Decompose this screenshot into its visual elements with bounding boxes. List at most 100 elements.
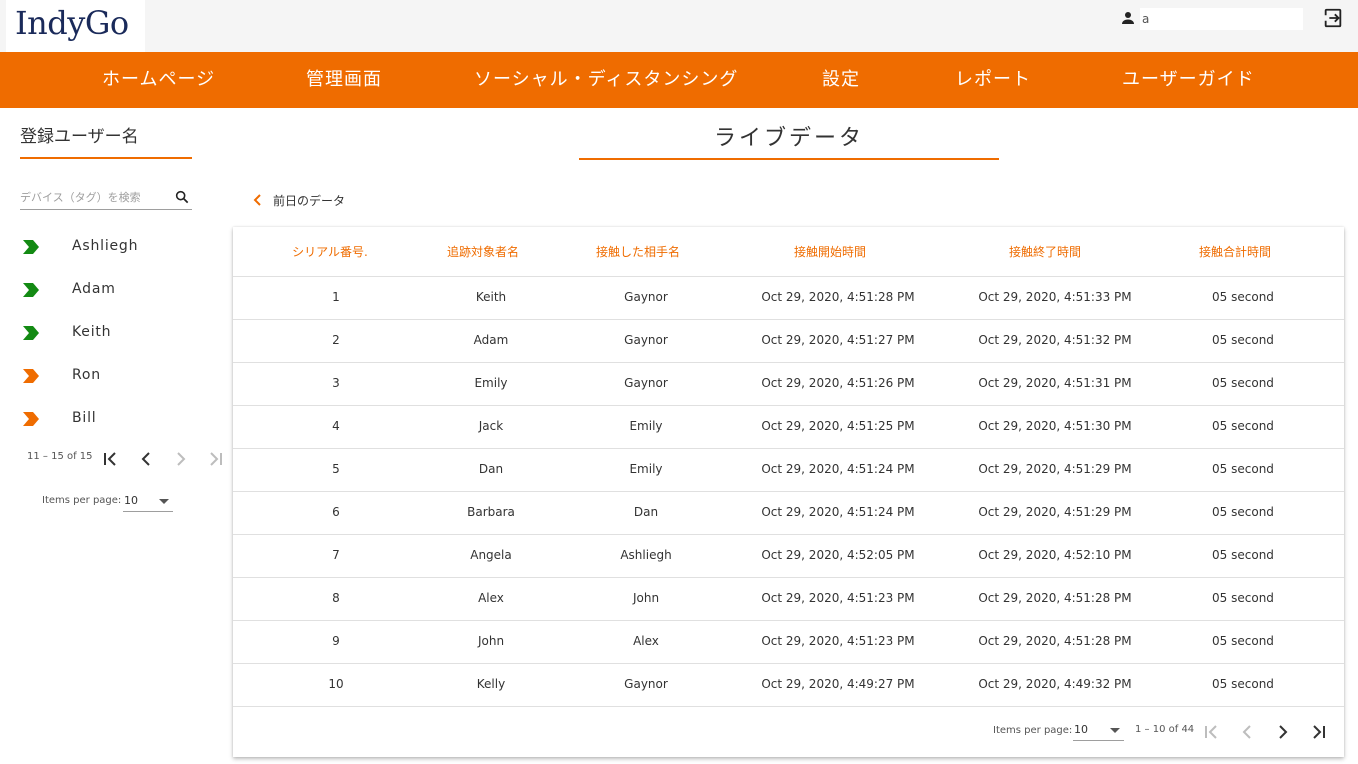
- previous-page-icon[interactable]: [134, 447, 158, 471]
- tracked-person-cell: Emily: [474, 376, 508, 390]
- chevron-status-icon: [23, 283, 39, 297]
- start-time-cell: Oct 29, 2020, 4:52:05 PM: [761, 548, 915, 562]
- search-input[interactable]: [20, 186, 165, 208]
- column-header[interactable]: 接触した相手名: [588, 243, 688, 260]
- contact-person-cell: Emily: [629, 419, 663, 433]
- end-time-cell: Oct 29, 2020, 4:51:29 PM: [978, 462, 1132, 476]
- serial-cell: 10: [328, 677, 344, 691]
- duration-cell: 05 second: [1212, 634, 1274, 648]
- nav-home[interactable]: ホームページ: [102, 52, 215, 108]
- sidebar-title: 登録ユーザー名: [20, 127, 139, 147]
- next-page-icon[interactable]: [1271, 720, 1295, 744]
- person-icon: [1122, 12, 1134, 24]
- dropdown-arrow-icon: [159, 499, 169, 504]
- table-row[interactable]: 8 Alex John Oct 29, 2020, 4:51:23 PM Oct…: [233, 578, 1344, 621]
- column-header[interactable]: 追跡対象者名: [433, 243, 533, 260]
- items-per-page-value: 10: [124, 494, 138, 507]
- start-time-cell: Oct 29, 2020, 4:51:25 PM: [761, 419, 915, 433]
- table-row[interactable]: 9 John Alex Oct 29, 2020, 4:51:23 PM Oct…: [233, 621, 1344, 664]
- dropdown-arrow-icon: [1110, 728, 1120, 733]
- contact-person-cell: Ashliegh: [620, 548, 672, 562]
- column-header[interactable]: シリアル番号.: [280, 243, 380, 260]
- previous-page-icon[interactable]: [1235, 720, 1259, 744]
- contact-person-cell: Gaynor: [624, 376, 668, 390]
- column-header[interactable]: 接触終了時間: [995, 243, 1095, 260]
- serial-cell: 3: [332, 376, 340, 390]
- serial-cell: 4: [332, 419, 340, 433]
- table-row[interactable]: 2 Adam Gaynor Oct 29, 2020, 4:51:27 PM O…: [233, 320, 1344, 363]
- table-row[interactable]: 6 Barbara Dan Oct 29, 2020, 4:51:24 PM O…: [233, 492, 1344, 535]
- nav-user-guide[interactable]: ユーザーガイド: [1122, 52, 1255, 108]
- nav-admin[interactable]: 管理画面: [306, 52, 382, 108]
- duration-cell: 05 second: [1212, 290, 1274, 304]
- first-page-icon[interactable]: [1199, 720, 1223, 744]
- device-item-ron[interactable]: Ron: [22, 364, 212, 388]
- last-page-icon[interactable]: [1307, 720, 1331, 744]
- tracked-person-cell: John: [477, 634, 505, 648]
- tracked-person-cell: Adam: [473, 333, 509, 347]
- table-row[interactable]: 7 Angela Ashliegh Oct 29, 2020, 4:52:05 …: [233, 535, 1344, 578]
- table-range-label: 1 – 10 of 44: [1135, 724, 1195, 735]
- nav-settings[interactable]: 設定: [822, 52, 860, 108]
- start-time-cell: Oct 29, 2020, 4:51:24 PM: [761, 462, 915, 476]
- contact-person-cell: Dan: [633, 505, 659, 519]
- tracked-person-cell: Barbara: [467, 505, 515, 519]
- column-header[interactable]: 接触合計時間: [1185, 243, 1285, 260]
- duration-cell: 05 second: [1212, 677, 1274, 691]
- duration-cell: 05 second: [1212, 548, 1274, 562]
- duration-cell: 05 second: [1212, 591, 1274, 605]
- device-item-ashliegh[interactable]: Ashliegh: [22, 235, 212, 259]
- items-per-page-select[interactable]: 10: [1073, 721, 1124, 741]
- device-item-keith[interactable]: Keith: [22, 321, 212, 345]
- chevron-status-icon: [23, 240, 39, 254]
- logout-icon[interactable]: [1322, 7, 1344, 29]
- end-time-cell: Oct 29, 2020, 4:51:29 PM: [978, 505, 1132, 519]
- start-time-cell: Oct 29, 2020, 4:51:28 PM: [761, 290, 915, 304]
- nav-social-distancing[interactable]: ソーシャル・ディスタンシング: [474, 52, 738, 108]
- duration-cell: 05 second: [1212, 505, 1274, 519]
- end-time-cell: Oct 29, 2020, 4:49:32 PM: [978, 677, 1132, 691]
- contact-person-cell: Alex: [633, 634, 659, 648]
- chevron-status-icon: [23, 412, 39, 426]
- chevron-left-icon: [253, 194, 261, 206]
- start-time-cell: Oct 29, 2020, 4:51:23 PM: [761, 591, 915, 605]
- table-row[interactable]: 5 Dan Emily Oct 29, 2020, 4:51:24 PM Oct…: [233, 449, 1344, 492]
- items-per-page-select[interactable]: 10: [123, 492, 173, 512]
- tracked-person-cell: Dan: [478, 462, 504, 476]
- next-page-icon[interactable]: [169, 447, 193, 471]
- serial-cell: 7: [332, 548, 340, 562]
- serial-cell: 2: [332, 333, 340, 347]
- end-time-cell: Oct 29, 2020, 4:52:10 PM: [978, 548, 1132, 562]
- table-row[interactable]: 3 Emily Gaynor Oct 29, 2020, 4:51:26 PM …: [233, 363, 1344, 406]
- end-time-cell: Oct 29, 2020, 4:51:28 PM: [978, 591, 1132, 605]
- serial-cell: 9: [332, 634, 340, 648]
- items-per-page-value: 10: [1074, 723, 1088, 736]
- column-header[interactable]: 接触開始時間: [780, 243, 880, 260]
- search-icon[interactable]: [174, 189, 190, 205]
- table-row[interactable]: 1 Keith Gaynor Oct 29, 2020, 4:51:28 PM …: [233, 277, 1344, 320]
- divider: [579, 158, 999, 160]
- logo[interactable]: IndyGo: [6, 0, 145, 52]
- tracked-person-cell: Keith: [475, 290, 507, 304]
- items-per-page-label: Items per page:: [42, 495, 122, 506]
- duration-cell: 05 second: [1212, 376, 1274, 390]
- serial-cell: 8: [332, 591, 340, 605]
- device-item-bill[interactable]: Bill: [22, 407, 212, 431]
- nav-reports[interactable]: レポート: [955, 52, 1031, 108]
- last-page-icon[interactable]: [204, 447, 228, 471]
- contact-table: シリアル番号. 追跡対象者名 接触した相手名 接触開始時間 接触終了時間 接触合…: [233, 227, 1344, 757]
- contact-person-cell: John: [632, 591, 660, 605]
- table-row[interactable]: 10 Kelly Gaynor Oct 29, 2020, 4:49:27 PM…: [233, 664, 1344, 707]
- first-page-icon[interactable]: [98, 447, 122, 471]
- sidebar-range-label: 11 – 15 of 15: [27, 451, 93, 462]
- table-row[interactable]: 4 Jack Emily Oct 29, 2020, 4:51:25 PM Oc…: [233, 406, 1344, 449]
- search-box: [20, 186, 192, 210]
- duration-cell: 05 second: [1212, 333, 1274, 347]
- duration-cell: 05 second: [1212, 419, 1274, 433]
- duration-cell: 05 second: [1212, 462, 1274, 476]
- device-item-adam[interactable]: Adam: [22, 278, 212, 302]
- device-name: Adam: [72, 281, 116, 297]
- device-name: Ashliegh: [72, 238, 139, 254]
- tracked-person-cell: Alex: [478, 591, 504, 605]
- device-name: Bill: [72, 410, 97, 426]
